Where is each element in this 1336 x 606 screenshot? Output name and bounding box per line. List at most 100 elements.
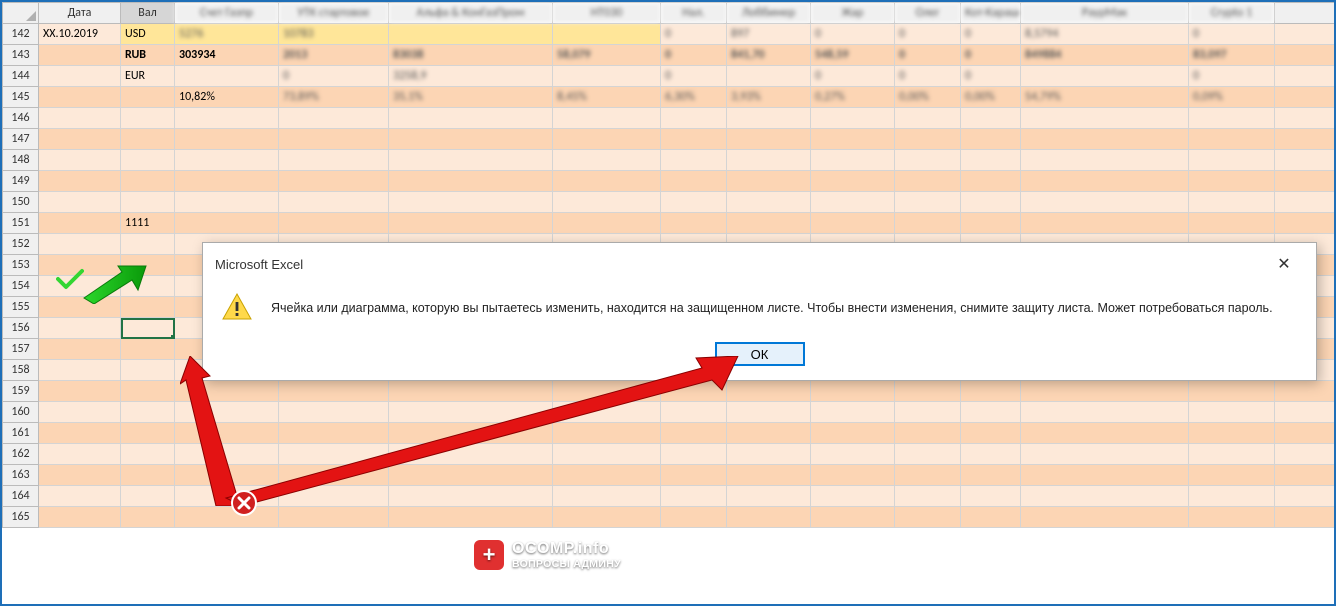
cell[interactable] — [175, 129, 279, 150]
cell[interactable] — [895, 192, 961, 213]
cell[interactable] — [811, 507, 895, 528]
select-all-corner[interactable] — [3, 3, 39, 24]
cell[interactable] — [661, 108, 727, 129]
cell[interactable]: 54,79% — [1021, 87, 1189, 108]
cell[interactable] — [279, 465, 389, 486]
cell[interactable]: 0 — [895, 66, 961, 87]
cell[interactable] — [1275, 129, 1335, 150]
cell[interactable] — [121, 255, 175, 276]
cell[interactable] — [39, 339, 121, 360]
cell[interactable] — [811, 402, 895, 423]
cell[interactable]: XX.10.2019 — [39, 24, 121, 45]
table-row[interactable]: 143RUB30393420138303858,0790841,70548,59… — [3, 45, 1335, 66]
cell[interactable] — [1021, 66, 1189, 87]
cell[interactable] — [661, 402, 727, 423]
cell[interactable]: 0 — [661, 66, 727, 87]
cell[interactable] — [895, 213, 961, 234]
col-header[interactable]: НТ030 — [553, 3, 661, 24]
cell[interactable] — [1189, 171, 1275, 192]
cell[interactable]: 1111 — [121, 213, 175, 234]
cell[interactable] — [661, 192, 727, 213]
ok-button[interactable]: ОК — [715, 342, 805, 366]
row-header[interactable]: 157 — [3, 339, 39, 360]
col-header[interactable]: Вал — [121, 3, 175, 24]
cell[interactable] — [661, 423, 727, 444]
row-header[interactable]: 161 — [3, 423, 39, 444]
cell[interactable]: 0 — [661, 24, 727, 45]
row-header[interactable]: 151 — [3, 213, 39, 234]
cell[interactable] — [553, 171, 661, 192]
cell[interactable]: 2013 — [279, 45, 389, 66]
table-row[interactable]: 142XX.10.2019USD52761078308970008,57940 — [3, 24, 1335, 45]
cell[interactable] — [727, 66, 811, 87]
col-header[interactable]: Олег — [895, 3, 961, 24]
cell[interactable] — [1275, 66, 1335, 87]
cell[interactable] — [389, 402, 553, 423]
cell[interactable] — [553, 486, 661, 507]
dialog-close-button[interactable]: ✕ — [1264, 251, 1304, 277]
row-header[interactable]: 155 — [3, 297, 39, 318]
cell[interactable] — [553, 444, 661, 465]
cell[interactable] — [811, 423, 895, 444]
cell[interactable] — [1021, 486, 1189, 507]
cell[interactable] — [895, 171, 961, 192]
cell[interactable] — [1275, 213, 1335, 234]
cell[interactable]: 83038 — [389, 45, 553, 66]
cell[interactable] — [1189, 150, 1275, 171]
cell[interactable] — [895, 381, 961, 402]
cell[interactable] — [1275, 486, 1335, 507]
cell[interactable]: 0 — [961, 24, 1021, 45]
cell[interactable] — [895, 108, 961, 129]
row-header[interactable]: 143 — [3, 45, 39, 66]
cell[interactable] — [389, 150, 553, 171]
cell[interactable] — [661, 381, 727, 402]
cell[interactable]: 5276 — [175, 24, 279, 45]
col-header[interactable]: Кот-Карашев ПМ-Штрафы — [961, 3, 1021, 24]
cell[interactable]: 897 — [727, 24, 811, 45]
cell[interactable] — [553, 192, 661, 213]
row-header[interactable]: 154 — [3, 276, 39, 297]
cell[interactable] — [1021, 171, 1189, 192]
cell[interactable] — [279, 402, 389, 423]
row-header[interactable]: 149 — [3, 171, 39, 192]
cell[interactable] — [1275, 444, 1335, 465]
cell[interactable] — [961, 150, 1021, 171]
cell[interactable]: 8,45% — [553, 87, 661, 108]
cell[interactable] — [389, 171, 553, 192]
cell[interactable] — [389, 423, 553, 444]
cell[interactable] — [39, 297, 121, 318]
cell[interactable] — [1189, 108, 1275, 129]
cell[interactable] — [961, 444, 1021, 465]
cell[interactable] — [1275, 381, 1335, 402]
cell[interactable] — [553, 108, 661, 129]
cell[interactable]: 0,00% — [895, 87, 961, 108]
cell[interactable] — [121, 129, 175, 150]
cell[interactable] — [389, 24, 553, 45]
row-header[interactable]: 162 — [3, 444, 39, 465]
cell[interactable] — [553, 150, 661, 171]
cell[interactable] — [1275, 150, 1335, 171]
cell[interactable] — [121, 465, 175, 486]
cell[interactable] — [811, 171, 895, 192]
cell[interactable] — [1189, 507, 1275, 528]
table-row[interactable]: 162 — [3, 444, 1335, 465]
col-header[interactable]: Альфа & КонГазПром — [389, 3, 553, 24]
cell[interactable] — [121, 171, 175, 192]
cell[interactable] — [895, 486, 961, 507]
cell[interactable] — [961, 129, 1021, 150]
cell[interactable] — [279, 192, 389, 213]
table-row[interactable]: 164 — [3, 486, 1335, 507]
cell[interactable] — [279, 486, 389, 507]
cell[interactable]: 849884 — [1021, 45, 1189, 66]
cell[interactable] — [39, 66, 121, 87]
cell[interactable] — [175, 213, 279, 234]
cell[interactable] — [661, 444, 727, 465]
cell[interactable] — [895, 423, 961, 444]
cell[interactable] — [1021, 507, 1189, 528]
cell[interactable] — [121, 192, 175, 213]
cell[interactable] — [727, 213, 811, 234]
cell[interactable] — [175, 150, 279, 171]
cell[interactable] — [553, 465, 661, 486]
table-row[interactable]: 165 — [3, 507, 1335, 528]
col-header[interactable]: РаурМак — [1021, 3, 1189, 24]
